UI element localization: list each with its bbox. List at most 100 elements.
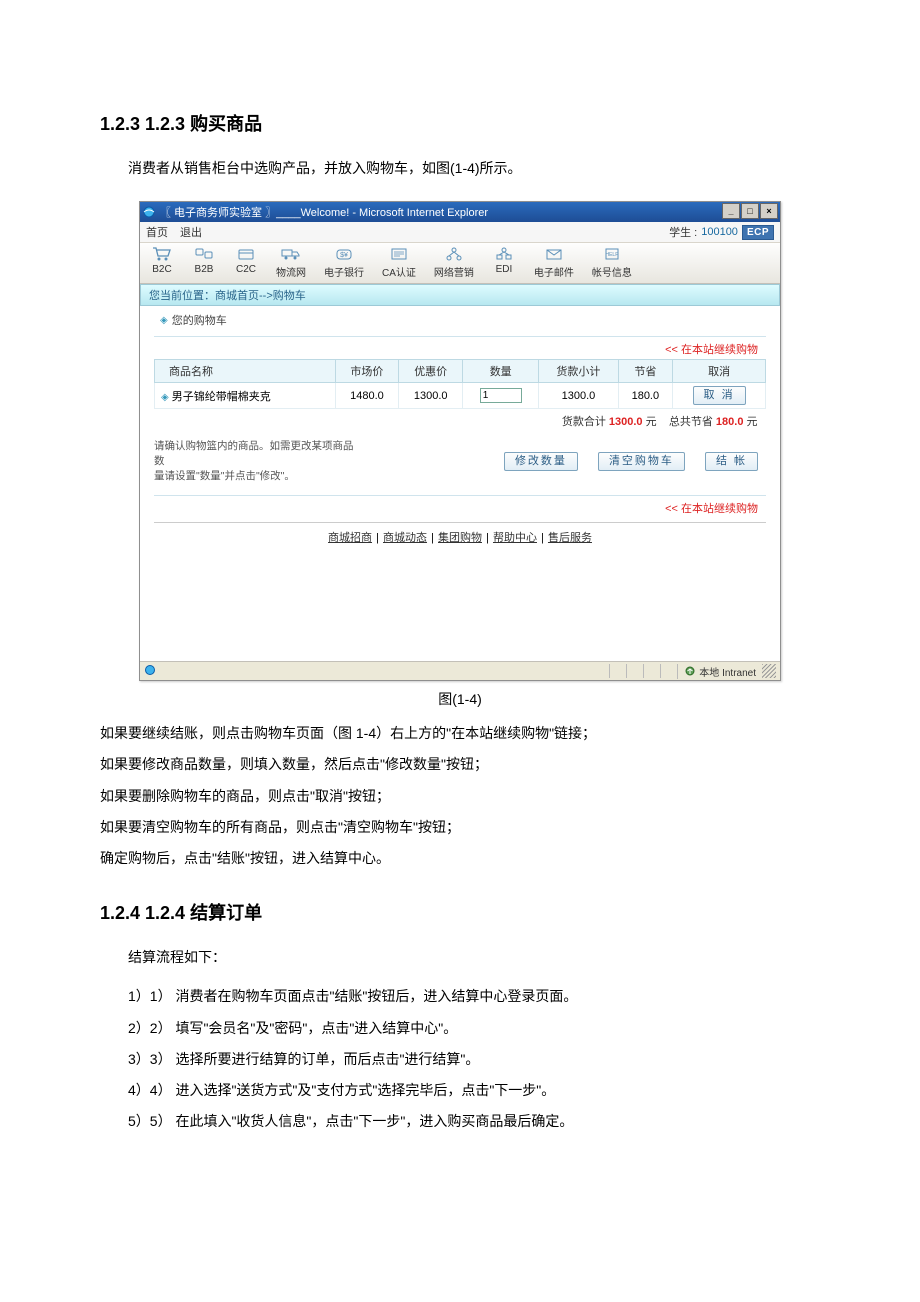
- separator: [154, 336, 766, 337]
- toolbar-account[interactable]: HELP 帐号信息: [592, 245, 632, 279]
- content-area: 您当前位置：商城首页-->购物车 ◈ 您的购物车 << 在本站继续购物 商品名称…: [140, 284, 780, 661]
- continue-link-bottom: << 在本站继续购物: [154, 498, 766, 518]
- footer-link-service[interactable]: 售后服务: [548, 532, 592, 544]
- toolbar-b2c[interactable]: B2C: [150, 245, 174, 279]
- totals-row: 货款合计 1300.0 元 总共节省 180.0 元: [155, 409, 766, 434]
- network-icon: [442, 245, 466, 263]
- toolbar-mail[interactable]: 电子邮件: [534, 245, 574, 279]
- col-market: 市场价: [335, 360, 399, 383]
- cart-table: 商品名称 市场价 优惠价 数量 货款小计 节省 取消 ◈ 男子锦纶带帽棉夹克: [154, 359, 766, 433]
- footer-link-help[interactable]: 帮助中心: [493, 532, 537, 544]
- separator: [154, 495, 766, 496]
- toolbar-c2c[interactable]: C2C: [234, 245, 258, 279]
- resize-grip[interactable]: [762, 664, 776, 678]
- edi-icon: [492, 245, 516, 263]
- menu-exit[interactable]: 退出: [180, 224, 202, 240]
- instruction-line: 如果要删除购物车的商品，则点击"取消"按钮；: [100, 784, 820, 809]
- step-item: 2）2） 填写"会员名"及"密码"，点击"进入结算中心"。: [128, 1016, 820, 1041]
- status-cell: [626, 664, 643, 678]
- toolbar-ebank[interactable]: $¥ 电子银行: [324, 245, 364, 279]
- toolbar-logistics[interactable]: 物流网: [276, 245, 306, 279]
- footer-link-merchant[interactable]: 商城招商: [328, 532, 372, 544]
- minimize-button[interactable]: _: [722, 203, 740, 219]
- cancel-button[interactable]: 取 消: [693, 386, 746, 405]
- student-id: 100100: [701, 226, 738, 238]
- close-button[interactable]: ×: [760, 203, 778, 219]
- ie-window: 〖 电子商务师实验室 〗____Welcome! - Microsoft Int…: [139, 201, 781, 681]
- diamond-icon: ◈: [160, 315, 168, 326]
- step-item: 3）3） 选择所要进行结算的订单，而后点击"进行结算"。: [128, 1047, 820, 1072]
- instruction-line: 如果要修改商品数量，则填入数量，然后点击"修改数量"按钮；: [100, 752, 820, 777]
- store-icon: [234, 245, 258, 263]
- student-label: 学生 :: [669, 224, 697, 240]
- cell-market: 1480.0: [335, 383, 399, 409]
- heading-123: 1.2.3 1.2.3 购买商品: [100, 110, 820, 136]
- status-cell: [609, 664, 626, 678]
- table-header-row: 商品名称 市场价 优惠价 数量 货款小计 节省 取消: [155, 360, 766, 383]
- continue-shopping-link[interactable]: << 在本站继续购物: [665, 344, 758, 356]
- menu-home[interactable]: 首页: [146, 224, 168, 240]
- instruction-line: 如果要清空购物车的所有商品，则点击"清空购物车"按钮；: [100, 815, 820, 840]
- table-row: ◈ 男子锦纶带帽棉夹克 1480.0 1300.0 1300.0 180.0 取…: [155, 383, 766, 409]
- col-save: 节省: [618, 360, 673, 383]
- statusbar: 本地 Intranet: [140, 661, 780, 680]
- zone-icon: [684, 665, 696, 677]
- checkout-button[interactable]: 结 帐: [705, 452, 758, 471]
- breadcrumb: 您当前位置：商城首页-->购物车: [140, 284, 780, 306]
- footer-link-group[interactable]: 集团购物: [438, 532, 482, 544]
- handshake-icon: [192, 245, 216, 263]
- toolbar-b2b[interactable]: B2B: [192, 245, 216, 279]
- cert-icon: [387, 245, 411, 263]
- svg-text:HELP: HELP: [605, 252, 619, 258]
- flow-intro: 结算流程如下：: [100, 945, 820, 970]
- truck-icon: [279, 245, 303, 263]
- cart-icon: [150, 245, 174, 263]
- ie-status-icon: [144, 664, 158, 678]
- cell-qty: [463, 383, 539, 409]
- window-title: 〖 电子商务师实验室 〗____Welcome! - Microsoft Int…: [160, 204, 488, 220]
- cart-title: ◈ 您的购物车: [154, 306, 766, 334]
- continue-shopping-link[interactable]: << 在本站继续购物: [665, 503, 758, 515]
- status-cell: [660, 664, 677, 678]
- instruction-line: 如果要继续结账，则点击购物车页面（图 1-4）右上方的"在本站继续购物"链接；: [100, 721, 820, 746]
- col-name: 商品名称: [155, 360, 336, 383]
- col-cancel: 取消: [673, 360, 766, 383]
- instruction-line: 确定购物后，点击"结账"按钮，进入结算中心。: [100, 846, 820, 871]
- svg-text:$¥: $¥: [340, 252, 348, 259]
- modify-qty-button[interactable]: 修改数量: [504, 452, 578, 471]
- menubar: 首页 退出 学生 : 100100 ECP: [140, 222, 780, 243]
- clear-cart-button[interactable]: 清空购物车: [598, 452, 685, 471]
- toolbar-edi[interactable]: EDI: [492, 245, 516, 279]
- heading-124: 1.2.4 1.2.4 结算订单: [100, 899, 820, 925]
- intro-paragraph: 消费者从销售柜台中选购产品，并放入购物车，如图(1-4)所示。: [100, 156, 820, 181]
- toolbar: B2C B2B C2C 物流网 $¥ 电子银行 CA认证 网络营销 EDI: [140, 243, 780, 284]
- diamond-icon: ◈: [161, 392, 169, 403]
- col-qty: 数量: [463, 360, 539, 383]
- figure-caption: 图(1-4): [100, 689, 820, 709]
- maximize-button[interactable]: □: [741, 203, 759, 219]
- cell-name: ◈ 男子锦纶带帽棉夹克: [155, 383, 336, 409]
- help-icon: HELP: [600, 245, 624, 263]
- titlebar: 〖 电子商务师实验室 〗____Welcome! - Microsoft Int…: [140, 202, 780, 222]
- cell-promo: 1300.0: [399, 383, 463, 409]
- col-sub: 货款小计: [539, 360, 618, 383]
- hint-text: 请确认购物篮内的商品。如需更改某项商品数 量请设置"数量"并点击"修改"。: [154, 439, 354, 483]
- toolbar-marketing[interactable]: 网络营销: [434, 245, 474, 279]
- hint-row: 请确认购物篮内的商品。如需更改某项商品数 量请设置"数量"并点击"修改"。 修改…: [154, 433, 766, 493]
- bank-icon: $¥: [332, 245, 356, 263]
- security-zone: 本地 Intranet: [677, 664, 762, 679]
- toolbar-ca[interactable]: CA认证: [382, 245, 416, 279]
- col-promo: 优惠价: [399, 360, 463, 383]
- cell-sub: 1300.0: [539, 383, 618, 409]
- step-item: 5）5） 在此填入"收货人信息"，点击"下一步"，进入购买商品最后确定。: [128, 1109, 820, 1134]
- mail-icon: [542, 245, 566, 263]
- ie-app-icon: [142, 205, 156, 219]
- step-item: 4）4） 进入选择"送货方式"及"支付方式"选择完毕后，点击"下一步"。: [128, 1078, 820, 1103]
- status-cell: [643, 664, 660, 678]
- footer-links: 商城招商 | 商城动态 | 集团购物 | 帮助中心 | 售后服务: [154, 522, 766, 551]
- footer-link-news[interactable]: 商城动态: [383, 532, 427, 544]
- qty-input[interactable]: [480, 388, 522, 403]
- ecp-badge: ECP: [742, 225, 774, 240]
- step-item: 1）1） 消费者在购物车页面点击"结账"按钮后，进入结算中心登录页面。: [128, 984, 820, 1009]
- continue-link-top: << 在本站继续购物: [154, 339, 766, 359]
